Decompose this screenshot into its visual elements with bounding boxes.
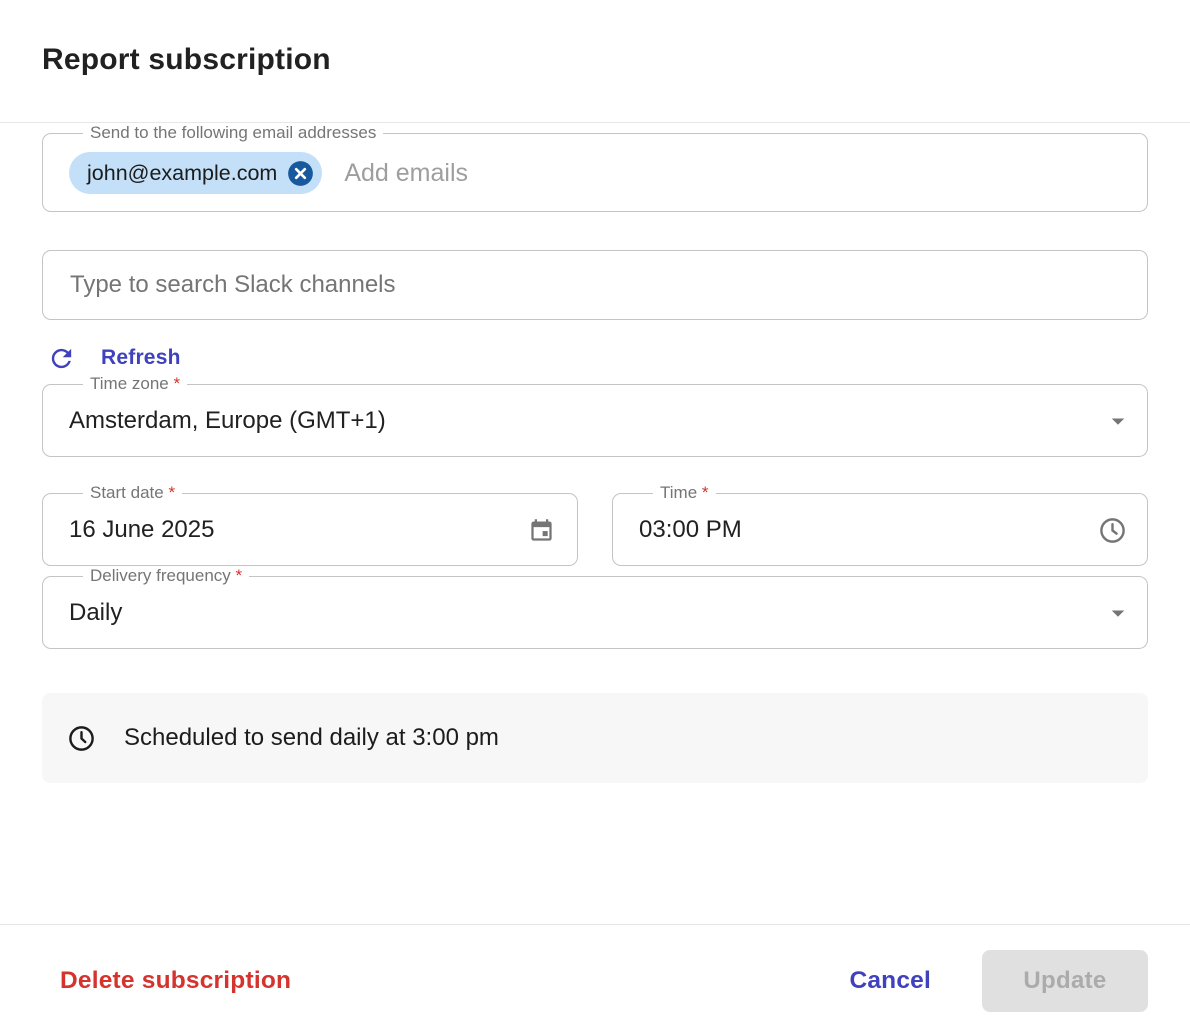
time-field[interactable]: Time * 03:00 PM: [612, 483, 1148, 566]
dialog-header: Report subscription: [0, 0, 1190, 123]
cancel-button[interactable]: Cancel: [849, 967, 931, 995]
email-chip-remove-button[interactable]: [287, 160, 314, 187]
start-date-label: Start date *: [83, 483, 182, 503]
email-recipients-label: Send to the following email addresses: [83, 123, 383, 143]
dialog-footer: Delete subscription Cancel Update: [0, 924, 1190, 1036]
frequency-dropdown-button[interactable]: [1103, 598, 1133, 628]
required-asterisk: *: [236, 566, 243, 585]
dialog-body: Send to the following email addresses jo…: [0, 123, 1190, 924]
frequency-label: Delivery frequency *: [83, 566, 249, 586]
time-value: 03:00 PM: [639, 516, 1082, 544]
slack-search-input[interactable]: [70, 271, 1120, 299]
frequency-value: Daily: [69, 599, 1087, 627]
delete-subscription-button[interactable]: Delete subscription: [60, 967, 291, 995]
email-recipients-field[interactable]: Send to the following email addresses jo…: [42, 123, 1148, 212]
refresh-icon: [47, 344, 76, 373]
calendar-icon: [528, 517, 555, 544]
date-time-row: Start date * 16 June 2025 Time * 03:00 P…: [42, 483, 1148, 566]
update-button[interactable]: Update: [982, 950, 1148, 1012]
schedule-banner: Scheduled to send daily at 3:00 pm: [42, 693, 1148, 783]
clock-icon: [67, 724, 96, 753]
timezone-select[interactable]: Time zone * Amsterdam, Europe (GMT+1): [42, 374, 1148, 457]
open-time-picker-button[interactable]: [1098, 516, 1127, 545]
open-calendar-button[interactable]: [528, 517, 555, 544]
timezone-label: Time zone *: [83, 374, 187, 394]
close-icon: [287, 160, 314, 187]
start-date-value: 16 June 2025: [69, 516, 512, 544]
schedule-banner-text: Scheduled to send daily at 3:00 pm: [124, 724, 499, 752]
add-emails-input[interactable]: [344, 159, 1133, 188]
refresh-row: Refresh: [42, 342, 1148, 374]
page-title: Report subscription: [42, 42, 1148, 78]
clock-icon: [1098, 516, 1127, 545]
refresh-label: Refresh: [101, 346, 181, 370]
email-chip-label: john@example.com: [87, 161, 277, 186]
slack-search-field[interactable]: [42, 250, 1148, 320]
time-label: Time *: [653, 483, 716, 503]
email-chip: john@example.com: [69, 152, 322, 194]
chevron-down-icon: [1103, 598, 1133, 628]
report-subscription-dialog: Report subscription Send to the followin…: [0, 0, 1190, 1036]
required-asterisk: *: [702, 483, 709, 502]
required-asterisk: *: [168, 483, 175, 502]
required-asterisk: *: [173, 374, 180, 393]
chevron-down-icon: [1103, 406, 1133, 436]
start-date-field[interactable]: Start date * 16 June 2025: [42, 483, 578, 566]
timezone-value: Amsterdam, Europe (GMT+1): [69, 407, 1087, 435]
refresh-button[interactable]: Refresh: [42, 344, 181, 373]
email-recipients-content: john@example.com: [69, 143, 1133, 211]
frequency-select[interactable]: Delivery frequency * Daily: [42, 566, 1148, 649]
timezone-dropdown-button[interactable]: [1103, 406, 1133, 436]
